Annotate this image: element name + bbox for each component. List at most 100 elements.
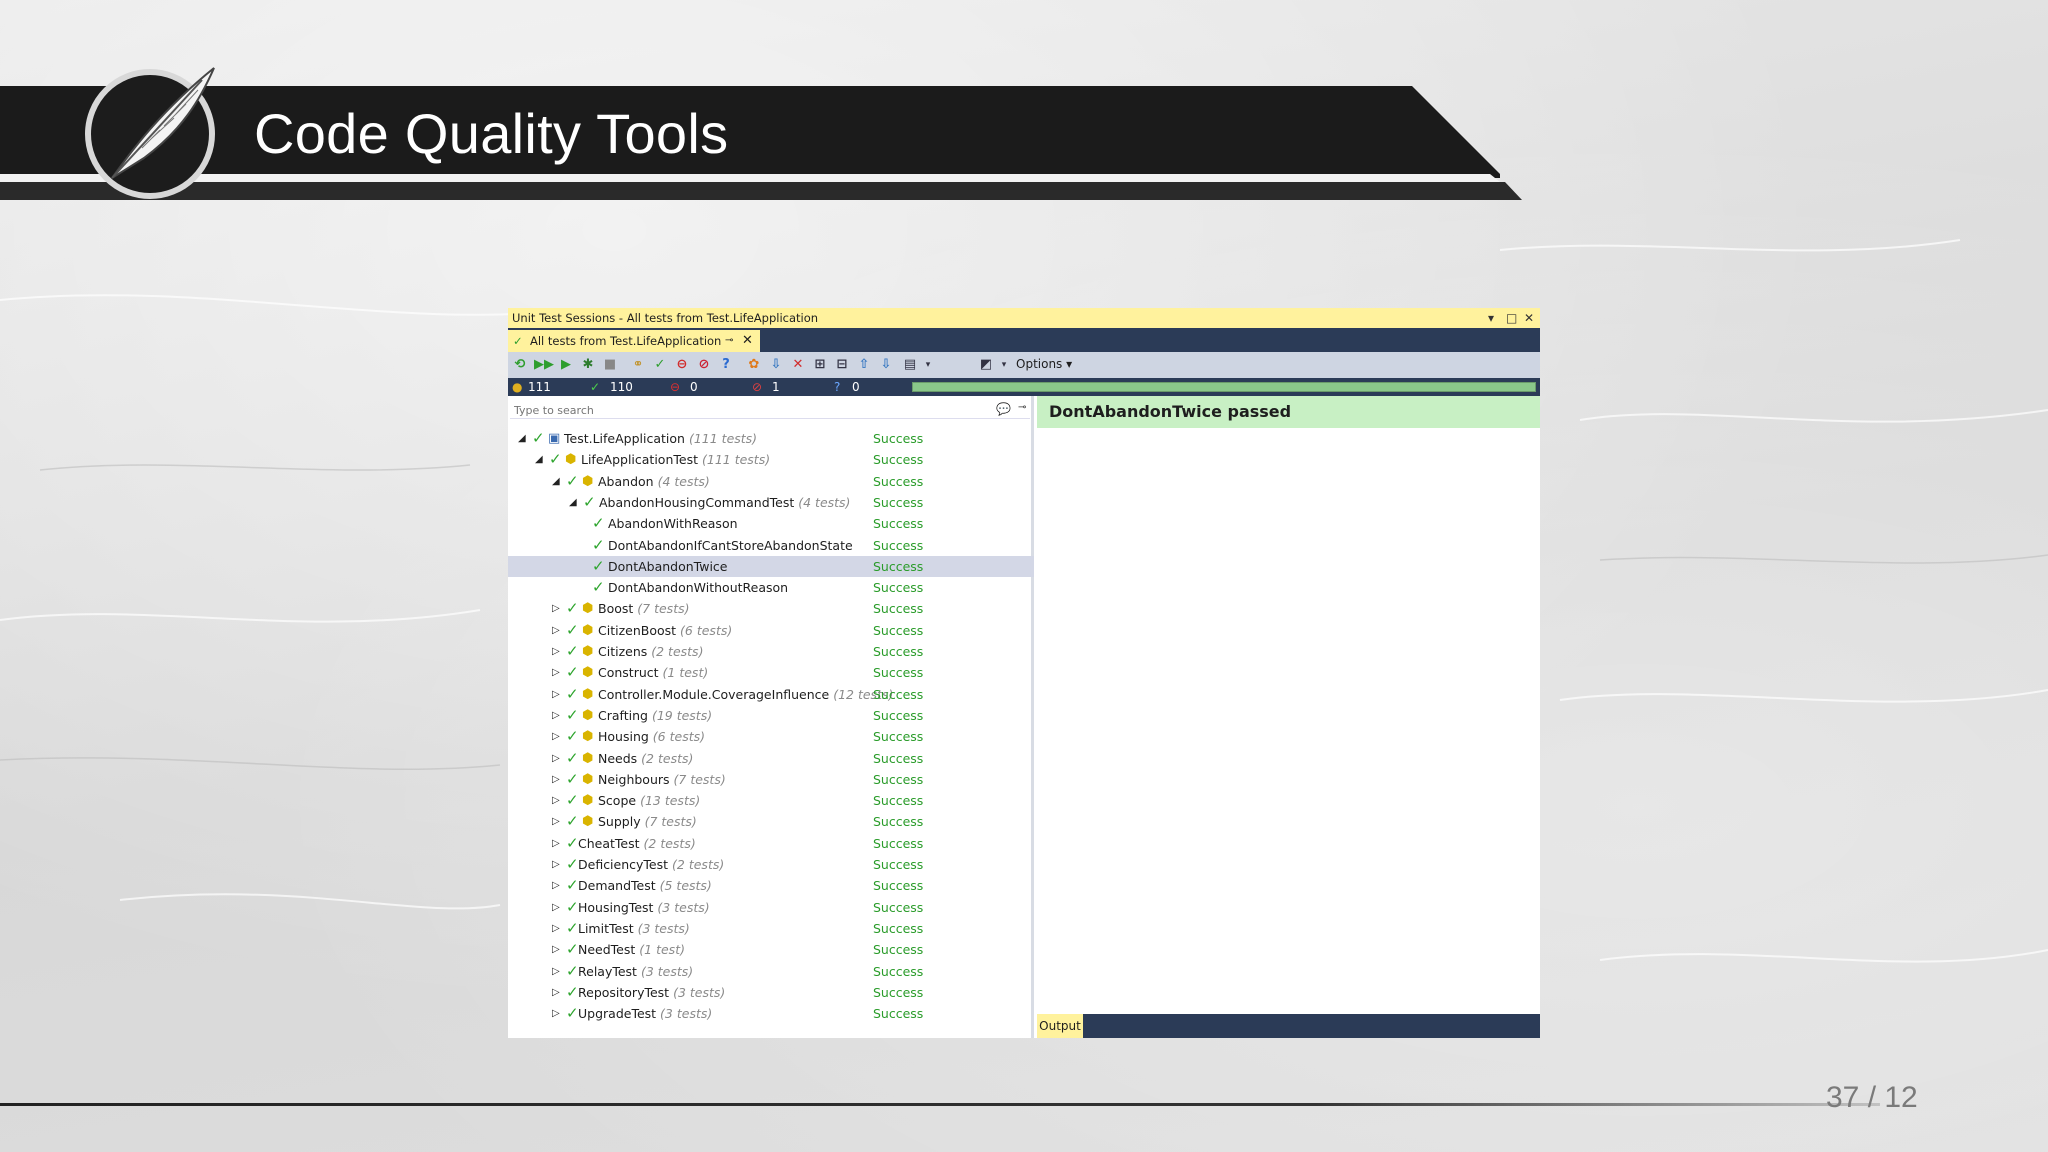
test-count: (4 tests) (798, 494, 851, 510)
collapsed-arrow-icon[interactable]: ▷ (552, 684, 560, 705)
collapsed-arrow-icon[interactable]: ▷ (552, 620, 560, 641)
collapsed-arrow-icon[interactable]: ▷ (552, 790, 560, 811)
passed-icon: ✓ (590, 380, 601, 394)
tree-row[interactable]: ◢ ✓ ▣ Test.LifeApplication (111 tests) Succe… (508, 428, 1034, 449)
collapsed-arrow-icon[interactable]: ▷ (552, 982, 560, 1003)
tree-row[interactable]: ▷ ✓ NeedTest (1 test) Success (508, 939, 1034, 960)
tree-row[interactable]: ▷ ✓ ⬢ Needs (2 tests) Success (508, 748, 1034, 769)
test-status: Success (873, 857, 924, 872)
collapsed-arrow-icon[interactable]: ▷ (552, 748, 560, 769)
tab-close-icon[interactable]: ✕ (742, 330, 753, 352)
expanded-arrow-icon[interactable]: ◢ (552, 471, 560, 492)
tab-output[interactable]: Output (1037, 1014, 1083, 1038)
unknown-count: 0 (852, 380, 860, 394)
collapsed-arrow-icon[interactable]: ▷ (552, 726, 560, 747)
tree-row[interactable]: ◢ ✓ ⬢ LifeApplicationTest (111 tests) Succes… (508, 449, 1034, 470)
collapse-all-icon[interactable]: ⊟ (834, 357, 850, 373)
expanded-arrow-icon[interactable]: ◢ (518, 428, 526, 449)
collapsed-arrow-icon[interactable]: ▷ (552, 1003, 560, 1024)
link-icon[interactable]: ⚭ (630, 357, 646, 373)
tree-row[interactable]: ✓ DontAbandonIfCantStoreAbandonState Succe… (508, 535, 1034, 556)
collapsed-arrow-icon[interactable]: ▷ (552, 939, 560, 960)
tree-row[interactable]: ▷ ✓ RepositoryTest (3 tests) Success (508, 982, 1034, 1003)
tree-row[interactable]: ✓ DontAbandonWithoutReason Success (508, 577, 1034, 598)
collapsed-arrow-icon[interactable]: ▷ (552, 705, 560, 726)
layout-icon[interactable]: ▤ (902, 357, 918, 373)
tree-row[interactable]: ▷ ✓ HousingTest (3 tests) Success (508, 897, 1034, 918)
settings-window-icon[interactable]: ◩ (978, 357, 994, 373)
delete-icon[interactable]: ✕ (790, 357, 806, 373)
tree-row[interactable]: ◢ ✓ AbandonHousingCommandTest (4 tests) Suc… (508, 492, 1034, 513)
previous-icon[interactable]: ⇧ (856, 357, 872, 373)
check-icon: ✓ (513, 334, 523, 348)
tree-row[interactable]: ▷ ✓ ⬢ Housing (6 tests) Success (508, 726, 1034, 747)
collapsed-arrow-icon[interactable]: ▷ (552, 662, 560, 683)
test-name: Scope (598, 793, 637, 809)
run-icon[interactable]: ▶ (558, 357, 574, 373)
tree-item-label: HousingTest (3 tests) (578, 897, 710, 918)
ignored-filter-icon[interactable]: ⊘ (696, 357, 712, 373)
debug-icon[interactable]: ✱ (580, 357, 596, 373)
passed-check-icon: ✓ (566, 940, 579, 959)
tree-row[interactable]: ▷ ✓ RelayTest (3 tests) Success (508, 961, 1034, 982)
tree-row[interactable]: ▷ ✓ LimitTest (3 tests) Success (508, 918, 1034, 939)
passed-check-icon: ✓ (592, 514, 605, 533)
collapsed-arrow-icon[interactable]: ▷ (552, 875, 560, 896)
tree-row[interactable]: ▷ ✓ ⬢ CitizenBoost (6 tests) Success (508, 620, 1034, 641)
tree-row[interactable]: ▷ ✓ UpgradeTest (3 tests) Success (508, 1003, 1034, 1024)
tab-all-tests[interactable]: ✓ All tests from Test.LifeApplication ⊸ … (508, 330, 760, 352)
next-icon[interactable]: ⇩ (878, 357, 894, 373)
test-name: Controller.Module.CoverageInfluence (598, 686, 830, 702)
tree-row[interactable]: ▷ ✓ ⬢ Construct (1 test) Success (508, 662, 1034, 683)
collapsed-arrow-icon[interactable]: ▷ (552, 897, 560, 918)
expanded-arrow-icon[interactable]: ◢ (569, 492, 577, 513)
export-icon[interactable]: ⇩ (768, 357, 784, 373)
collapsed-arrow-icon[interactable]: ▷ (552, 769, 560, 790)
collapsed-arrow-icon[interactable]: ▷ (552, 961, 560, 982)
pin-icon[interactable]: ⊸ (725, 330, 733, 352)
collapsed-arrow-icon[interactable]: ▷ (552, 598, 560, 619)
close-icon[interactable]: ✕ (1524, 308, 1534, 328)
collapsed-arrow-icon[interactable]: ▷ (552, 833, 560, 854)
test-name: Housing (598, 729, 649, 745)
options-button[interactable]: Options ▾ (1016, 357, 1072, 371)
run-all-icon[interactable]: ▶▶ (534, 357, 554, 373)
window-title: Unit Test Sessions - All tests from Test… (512, 311, 819, 325)
group-icon[interactable]: ✿ (746, 357, 762, 373)
page-number: 37 / 12 (1826, 1081, 1918, 1114)
tree-row[interactable]: ▷ ✓ ⬢ Crafting (19 tests) Success (508, 705, 1034, 726)
passed-filter-icon[interactable]: ✓ (652, 357, 668, 373)
tree-row[interactable]: ▷ ✓ ⬢ Citizens (2 tests) Success (508, 641, 1034, 662)
tree-row[interactable]: ▷ ✓ DeficiencyTest (2 tests) Success (508, 854, 1034, 875)
tree-row[interactable]: ▷ ✓ ⬢ Supply (7 tests) Success (508, 811, 1034, 832)
tree-row[interactable]: ▷ ✓ ⬢ Controller.Module.CoverageInfluence (… (508, 684, 1034, 705)
expanded-arrow-icon[interactable]: ◢ (535, 449, 543, 470)
tree-row[interactable]: ✓ DontAbandonTwice Success (508, 555, 1034, 577)
collapsed-arrow-icon[interactable]: ▷ (552, 854, 560, 875)
collapsed-arrow-icon[interactable]: ▷ (552, 811, 560, 832)
tree-row[interactable]: ▷ ✓ ⬢ Neighbours (7 tests) Success (508, 769, 1034, 790)
tree-row[interactable]: ✓ AbandonWithReason Success (508, 513, 1034, 534)
collapsed-arrow-icon[interactable]: ▷ (552, 918, 560, 939)
dropdown-icon[interactable]: ▾ (1488, 308, 1494, 328)
tree-row[interactable]: ▷ ✓ ⬢ Scope (13 tests) Success (508, 790, 1034, 811)
tree-row[interactable]: ◢ ✓ ⬢ Abandon (4 tests) Success (508, 471, 1034, 492)
unknown-filter-icon[interactable]: ? (718, 357, 734, 373)
tree-item-label: AbandonHousingCommandTest (4 tests) (599, 492, 850, 513)
settings-dropdown-icon[interactable]: ▾ (996, 357, 1012, 373)
tree-row[interactable]: ▷ ✓ CheatTest (2 tests) Success (508, 833, 1034, 854)
tree-row[interactable]: ▷ ✓ DemandTest (5 tests) Success (508, 875, 1034, 896)
collapsed-arrow-icon[interactable]: ▷ (552, 641, 560, 662)
failed-filter-icon[interactable]: ⊖ (674, 357, 690, 373)
layout-dropdown-icon[interactable]: ▾ (920, 357, 936, 373)
test-count: (13 tests) (640, 793, 701, 809)
maximize-icon[interactable]: □ (1506, 308, 1517, 328)
search-input[interactable] (514, 402, 984, 418)
slide-title: Code Quality Tools (254, 102, 729, 165)
refresh-icon[interactable]: ⟲ (512, 357, 528, 373)
stop-icon[interactable]: ■ (602, 357, 618, 373)
pin-icon[interactable]: ⊸ (1018, 402, 1026, 413)
tree-row[interactable]: ▷ ✓ ⬢ Boost (7 tests) Success (508, 598, 1034, 619)
search-options-icon[interactable]: 💬 (996, 402, 1011, 416)
expand-all-icon[interactable]: ⊞ (812, 357, 828, 373)
